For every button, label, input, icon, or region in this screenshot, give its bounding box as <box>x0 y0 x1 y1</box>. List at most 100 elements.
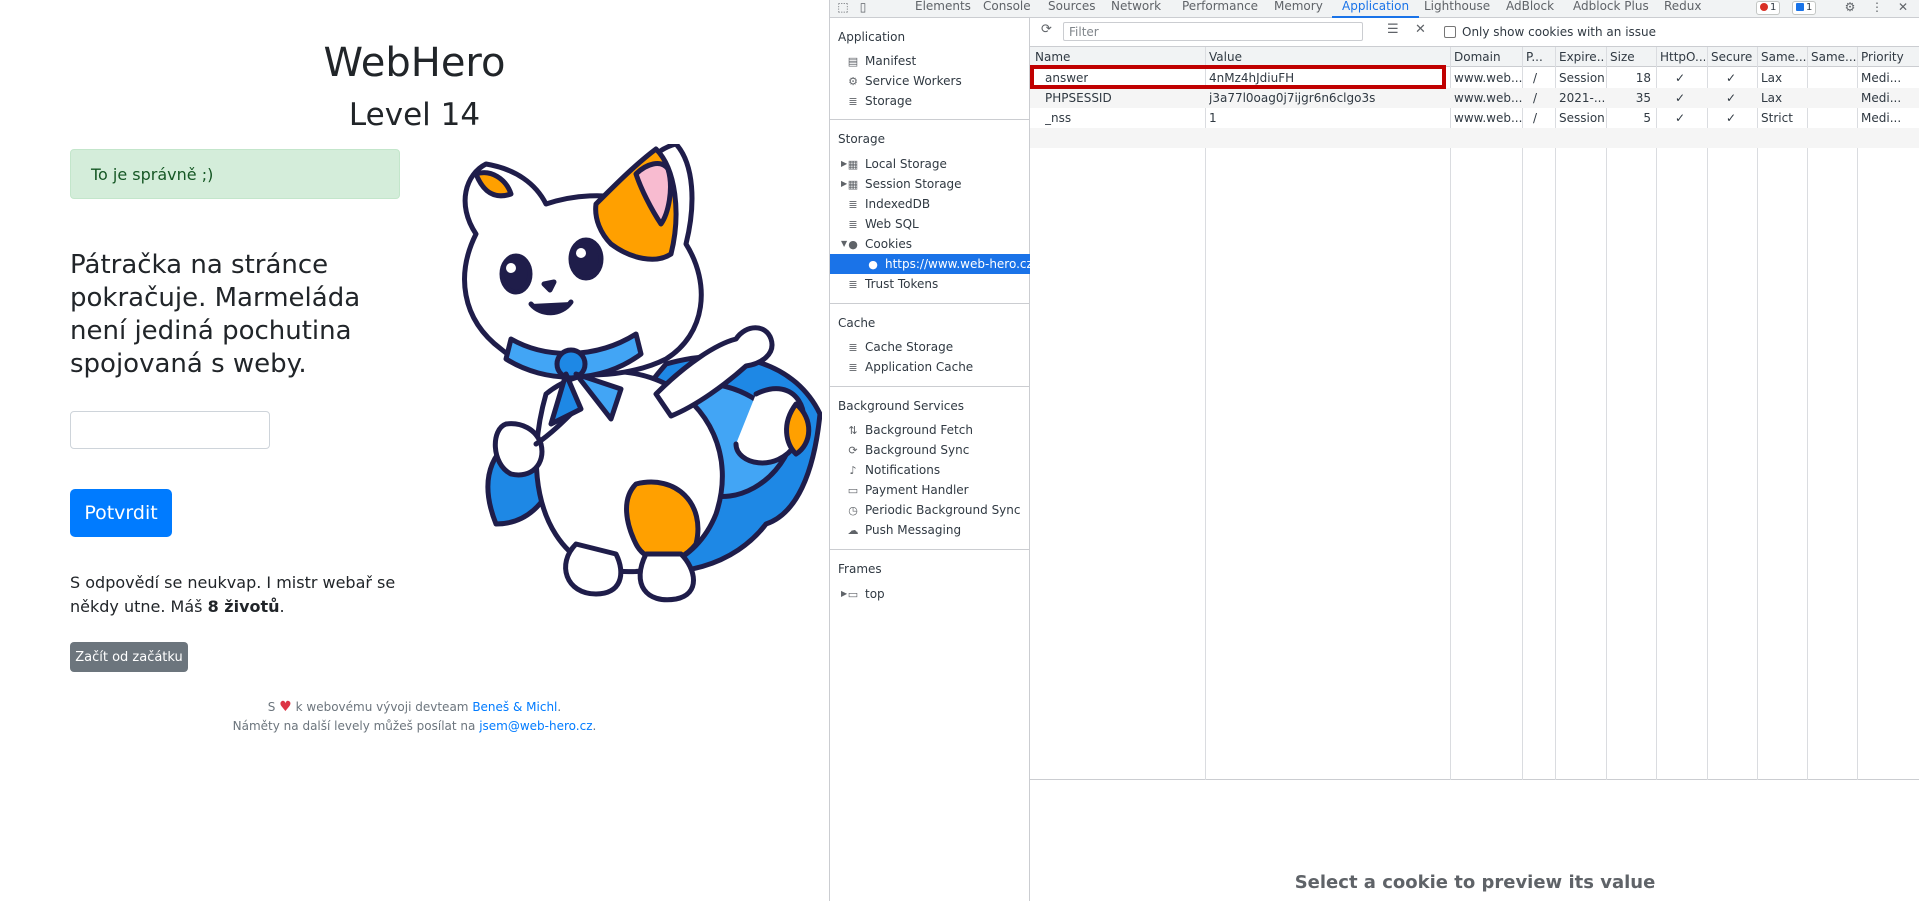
sidebar-item-label: https://www.web-hero.cz <box>885 257 1033 271</box>
devteam-link[interactable]: Beneš & Michl <box>472 700 557 714</box>
sidebar-item-push-messaging[interactable]: ☁ Push Messaging <box>846 520 1030 540</box>
filter-input[interactable]: Filter <box>1063 22 1363 41</box>
tab-redux[interactable]: Redux <box>1664 0 1702 18</box>
column-path[interactable]: P... <box>1526 50 1551 64</box>
restart-button[interactable]: Začít od začátku <box>70 642 188 672</box>
sidebar-item-cookies[interactable]: ▼ ● Cookies <box>841 234 1030 254</box>
sidebar-item-label: Notifications <box>865 463 941 477</box>
sidebar-header-background-services: Background Services <box>838 399 965 413</box>
sidebar-item-label: top <box>865 587 885 601</box>
sidebar-item-trust-tokens[interactable]: ≣ Trust Tokens <box>846 274 1030 294</box>
sidebar-item-payment-handler[interactable]: ▭ Payment Handler <box>846 480 1030 500</box>
column-expires[interactable]: Expire... <box>1559 50 1604 64</box>
sidebar-item-session-storage[interactable]: ▶ ▦ Session Storage <box>841 174 1030 194</box>
tab-console[interactable]: Console <box>983 0 1031 18</box>
tab-application[interactable]: Application <box>1332 0 1420 18</box>
collapse-arrow-icon[interactable]: ▼ <box>841 234 847 254</box>
cell-value: 1 <box>1209 111 1217 125</box>
column-divider <box>1807 47 1808 780</box>
sidebar-item-indexeddb[interactable]: ≣ IndexedDB <box>846 194 1030 214</box>
column-secure[interactable]: Secure <box>1711 50 1756 64</box>
only-issues-label: Only show cookies with an issue <box>1462 25 1657 39</box>
sidebar-item-label: Trust Tokens <box>865 277 939 291</box>
column-priority[interactable]: Priority <box>1861 50 1916 64</box>
table-row[interactable]: PHPSESSID j3a77l0oag0j7ijgr6n6clgo3s www… <box>1030 88 1919 108</box>
gear-icon[interactable]: ⚙ <box>1843 1 1857 15</box>
sidebar-item-background-fetch[interactable]: ⇅ Background Fetch <box>846 420 1030 440</box>
sidebar-item-label: Local Storage <box>865 157 947 171</box>
answer-input[interactable] <box>70 411 270 449</box>
sidebar-item-local-storage[interactable]: ▶ ▦ Local Storage <box>841 154 1030 174</box>
email-link[interactable]: jsem@web-hero.cz <box>479 719 592 733</box>
tab-adblock-plus[interactable]: Adblock Plus <box>1573 0 1649 18</box>
sidebar-item-background-sync[interactable]: ⟳ Background Sync <box>846 440 1030 460</box>
sidebar-item-frame-top[interactable]: ▶ ▭ top <box>841 584 1030 604</box>
tab-network[interactable]: Network <box>1111 0 1161 18</box>
clear-all-icon[interactable]: ☰ <box>1387 23 1399 37</box>
sidebar-item-cookie-origin[interactable]: ● https://www.web-hero.cz <box>830 254 1033 274</box>
grid-icon: ▦ <box>847 158 859 171</box>
cell-size: 18 <box>1635 71 1651 85</box>
tab-adblock[interactable]: AdBlock <box>1506 0 1554 18</box>
error-badge[interactable]: 1 <box>1756 1 1781 15</box>
cell-path: / <box>1533 111 1538 125</box>
cell-domain: www.web... <box>1454 111 1523 125</box>
sidebar-item-label: Payment Handler <box>865 483 969 497</box>
clock-icon: ◷ <box>848 504 858 517</box>
sidebar-item-manifest[interactable]: ▤ Manifest <box>846 51 1030 71</box>
expand-arrow-icon[interactable]: ▶ <box>841 584 847 604</box>
expand-arrow-icon[interactable]: ▶ <box>841 154 847 174</box>
column-divider <box>1757 47 1758 780</box>
column-name[interactable]: Name <box>1035 50 1200 64</box>
submit-button[interactable]: Potvrdit <box>70 489 172 537</box>
tab-lighthouse[interactable]: Lighthouse <box>1424 0 1490 18</box>
tab-elements[interactable]: Elements <box>915 0 971 18</box>
expand-arrow-icon[interactable]: ▶ <box>841 174 847 194</box>
cell-domain: www.web... <box>1454 91 1523 105</box>
column-sameparty[interactable]: Same... <box>1811 50 1856 64</box>
sidebar-item-label: Cache Storage <box>865 340 954 354</box>
only-issues-checkbox[interactable] <box>1444 26 1456 38</box>
sidebar-item-service-workers[interactable]: ⚙ Service Workers <box>846 71 1030 91</box>
refresh-icon[interactable]: ⟳ <box>1041 23 1052 37</box>
cell-expires: 2021-... <box>1559 91 1606 105</box>
level-heading: Level 14 <box>348 97 481 133</box>
sidebar-item-application-cache[interactable]: ≣ Application Cache <box>846 357 1030 377</box>
cookie-icon: ● <box>848 238 858 251</box>
column-httponly[interactable]: HttpO... <box>1660 50 1705 64</box>
arrows-updown-icon: ⇅ <box>848 424 858 437</box>
cell-priority: Medi... <box>1861 91 1902 105</box>
column-divider <box>1857 47 1858 780</box>
cell-priority: Medi... <box>1861 111 1902 125</box>
tab-performance[interactable]: Performance <box>1182 0 1258 18</box>
empty-row <box>1030 128 1919 148</box>
column-samesite[interactable]: Same... <box>1761 50 1806 64</box>
cell-samesite: Lax <box>1761 71 1783 85</box>
lives-text: S odpovědí se neukvap. I mistr webař se … <box>70 571 410 619</box>
sidebar-item-notifications[interactable]: ♪ Notifications <box>846 460 1030 480</box>
sidebar-item-web-sql[interactable]: ≣ Web SQL <box>846 214 1030 234</box>
device-toolbar-icon[interactable]: ▯ <box>856 1 870 15</box>
sidebar-header-frames: Frames <box>838 562 882 576</box>
inspect-element-icon[interactable]: ⬚ <box>836 1 850 15</box>
close-icon[interactable]: ✕ <box>1896 1 1910 15</box>
tab-memory[interactable]: Memory <box>1274 0 1323 18</box>
devtools-tabbar: ⬚ ▯ Elements Console Sources Network Per… <box>830 0 1919 18</box>
column-value[interactable]: Value <box>1209 50 1449 64</box>
sidebar-item-label: Background Sync <box>865 443 970 457</box>
table-row[interactable]: _nss 1 www.web... / Session 5 ✓ ✓ Strict… <box>1030 108 1919 128</box>
tab-sources[interactable]: Sources <box>1048 0 1095 18</box>
more-options-icon[interactable]: ⋮ <box>1870 1 1884 15</box>
footer-text: k webovému vývoji devteam <box>295 700 469 714</box>
column-size[interactable]: Size <box>1610 50 1655 64</box>
sidebar-item-periodic-background-sync[interactable]: ◷ Periodic Background Sync <box>846 500 1030 520</box>
message-badge[interactable]: 1 <box>1792 1 1817 15</box>
sidebar-item-label: Periodic Background Sync <box>865 503 1021 517</box>
delete-selected-icon[interactable]: ✕ <box>1415 23 1426 37</box>
sidebar-divider <box>830 549 1030 550</box>
webpage: WebHero Level 14 To je správně ;) Pátrač… <box>0 0 829 901</box>
sidebar-item-cache-storage[interactable]: ≣ Cache Storage <box>846 337 1030 357</box>
sidebar-divider <box>830 119 1030 120</box>
column-domain[interactable]: Domain <box>1454 50 1519 64</box>
sidebar-item-storage[interactable]: ≣ Storage <box>846 91 1030 111</box>
